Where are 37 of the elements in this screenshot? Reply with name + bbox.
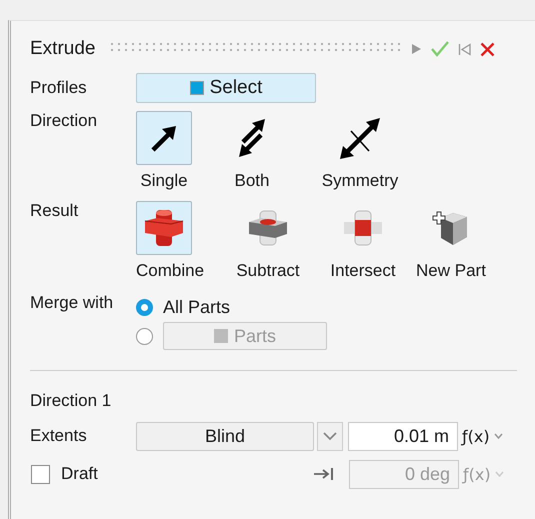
result-option[interactable] [136, 201, 192, 255]
select-button[interactable]: Select [136, 73, 316, 103]
arrow-to-bar-icon [313, 467, 335, 481]
profiles-label: Profiles [30, 78, 88, 98]
caret-icon[interactable] [494, 433, 503, 439]
section-title: Direction 1 [30, 391, 112, 411]
extents-dropdown[interactable]: Blind [136, 422, 314, 450]
close-icon[interactable] [480, 42, 496, 56]
symmetry-arrow-icon [339, 116, 381, 160]
result-option-label: New Part [416, 261, 486, 281]
function-button[interactable]: ƒ(x) [462, 426, 490, 446]
direction-option-label: Both [234, 171, 270, 191]
radio-button[interactable] [136, 298, 153, 316]
direction-label: Direction [30, 111, 98, 132]
play-icon[interactable] [411, 43, 422, 55]
result-option-label: Combine [136, 261, 204, 281]
extent-value-field[interactable]: 0.01 m [348, 422, 458, 450]
direction-option[interactable] [136, 111, 192, 165]
result-option-label: Subtract [236, 261, 300, 281]
combined-solid-icon [143, 209, 185, 247]
arrow-icon [149, 123, 179, 153]
check-icon[interactable] [431, 41, 450, 57]
chevron-down-icon [323, 432, 337, 440]
result-label: Result [30, 201, 80, 222]
extents-label: Extents [30, 426, 88, 446]
subtract-solid-icon [247, 210, 289, 246]
merge-with-label: Merge with [30, 293, 114, 314]
draft-label: Draft [61, 464, 99, 484]
result-option-label: Intersect [330, 261, 396, 281]
panel-title: Extrude [30, 38, 96, 60]
dropdown-toggle[interactable] [317, 422, 343, 450]
radio-label: All Parts [163, 296, 230, 318]
direction-option-label: Single [140, 171, 188, 191]
intersect-solid-icon [342, 210, 384, 246]
double-arrow-icon [237, 118, 267, 158]
direction-option-label: Symmetry [322, 171, 398, 191]
step-back-icon[interactable] [458, 42, 472, 56]
